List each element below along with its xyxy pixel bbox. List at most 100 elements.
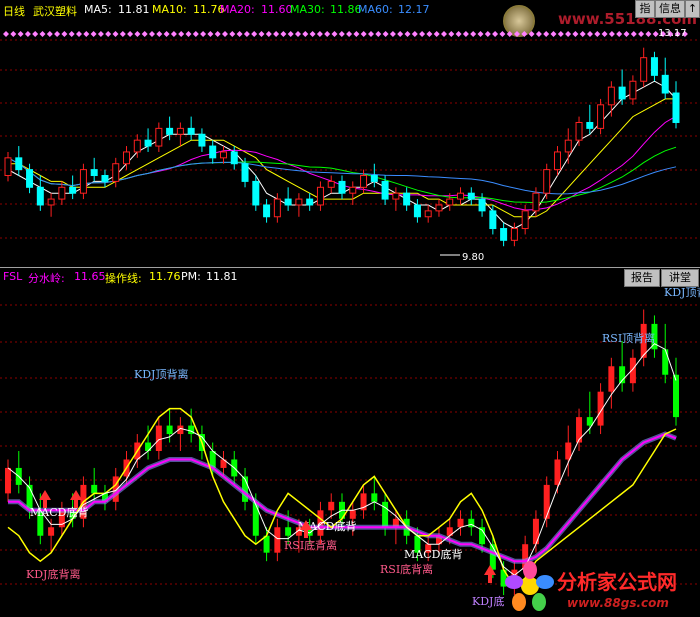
indicator-candle: [554, 459, 561, 485]
indicator-candle: [328, 501, 335, 511]
signal-diamond: [550, 31, 557, 37]
signal-diamond: [287, 31, 294, 37]
signal-diamond: [441, 31, 447, 37]
indicator-candle: [91, 484, 98, 494]
signal-diamond: [236, 31, 243, 37]
signal-diamond: [170, 31, 177, 37]
price-candle: [403, 192, 411, 206]
signal-diamond: [39, 31, 46, 37]
price-candle: [47, 198, 55, 206]
annotation-kdj-bottom-2: KDJ底: [472, 594, 504, 608]
signal-diamond: [251, 31, 258, 37]
indicator-candle: [274, 527, 281, 553]
price-candle: [187, 127, 195, 135]
fsl-label: 分水岭:: [28, 272, 65, 285]
price-candle: [26, 169, 34, 188]
signal-diamond: [506, 31, 513, 37]
price-candle: [392, 192, 400, 200]
pm-label: PM:: [181, 270, 201, 283]
signal-diamond: [3, 31, 9, 37]
signal-diamond: [623, 31, 630, 37]
price-candle: [36, 186, 44, 206]
signal-diamond: [258, 31, 265, 37]
indicator-candle: [662, 349, 669, 375]
price-candle: [349, 186, 357, 194]
signal-diamond: [280, 31, 287, 37]
signal-diamond: [499, 31, 506, 37]
signal-diamond: [185, 31, 192, 37]
price-candle: [295, 198, 303, 206]
signal-diamond: [105, 31, 112, 37]
signal-diamond: [433, 31, 440, 37]
price-candle: [176, 127, 184, 135]
price-ma10-line: [8, 98, 676, 218]
signal-diamond: [207, 31, 214, 37]
price-candle: [457, 192, 465, 200]
signal-diamond: [455, 31, 462, 37]
price-candle: [597, 104, 605, 129]
signal-diamond: [24, 31, 31, 37]
oper-label: 操作线:: [105, 272, 142, 285]
annotation-rsi-top: RSI顶背离: [602, 331, 655, 345]
indicator-candle: [5, 467, 11, 494]
signal-diamond: [192, 31, 199, 37]
price-candle: [306, 198, 314, 206]
signal-diamond: [119, 31, 126, 37]
signal-diamond: [127, 31, 134, 37]
indicator-candle: [145, 442, 152, 451]
logo-url: www.88gs.com: [567, 596, 669, 610]
indicator-candle: [673, 374, 679, 418]
signal-diamond: [638, 31, 645, 37]
price-candle: [198, 133, 206, 147]
indicator-candle: [285, 527, 292, 536]
price-candle: [381, 180, 389, 200]
lecture-button[interactable]: 讲堂: [661, 269, 699, 287]
price-candle: [629, 80, 637, 100]
signal-diamond: [331, 31, 338, 37]
signal-diamond: [273, 31, 280, 37]
signal-diamond: [360, 31, 367, 37]
price-candle: [500, 228, 508, 241]
price-candle: [144, 139, 152, 147]
price-candle: [467, 192, 475, 200]
price-candle: [4, 157, 12, 177]
price-candle: [284, 198, 292, 206]
report-button[interactable]: 报告: [624, 269, 660, 287]
signal-diamond: [448, 31, 455, 37]
price-candle: [155, 127, 163, 147]
signal-diamond: [630, 31, 637, 37]
signal-diamond: [484, 31, 491, 37]
price-candle: [252, 180, 260, 206]
price-candle: [273, 198, 281, 218]
signal-diamond: [594, 31, 601, 37]
indicator-candle: [252, 501, 259, 536]
signal-diamond: [46, 31, 53, 37]
price-candle: [241, 163, 249, 182]
signal-diamond: [492, 31, 499, 37]
price-candle: [564, 139, 572, 153]
site-logo: 分析家公式网 www.88gs.com: [505, 558, 700, 617]
price-candle: [672, 92, 680, 123]
price-candle: [575, 121, 583, 141]
signal-diamond: [61, 31, 68, 37]
high-price-label: 13.17: [658, 28, 687, 39]
signal-diamond: [156, 31, 163, 37]
price-candle: [553, 151, 561, 171]
signal-diamond: [83, 31, 90, 37]
indicator-candle: [166, 425, 173, 435]
price-candle: [79, 169, 87, 194]
annotation-kdj-top-2: KDJ顶背: [664, 285, 700, 299]
oper-value: 11.76: [149, 270, 181, 283]
signal-diamond: [324, 31, 331, 37]
annotation-macd-bottom-1: MACD底背: [30, 505, 88, 519]
signal-diamond: [557, 31, 564, 37]
signal-diamond: [565, 31, 572, 37]
signal-diamond: [163, 31, 170, 37]
signal-diamond: [353, 31, 360, 37]
signal-diamond: [10, 31, 17, 37]
signal-diamond: [645, 31, 652, 37]
signal-diamond: [97, 31, 104, 37]
indicator-candle: [608, 366, 615, 392]
signal-diamond: [462, 31, 469, 37]
signal-diamond: [134, 31, 141, 37]
